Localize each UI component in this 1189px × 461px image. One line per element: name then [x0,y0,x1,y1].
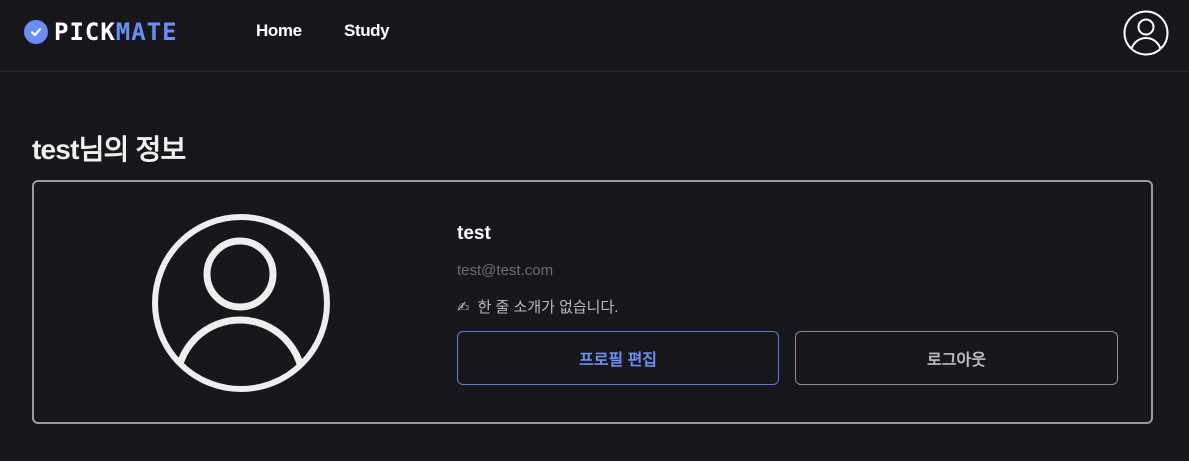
check-icon [24,20,48,44]
logo-text-mate: MATE [115,18,178,46]
top-navbar: PICKMATE Home Study [0,0,1189,72]
writing-hand-icon: ✍ [457,298,470,316]
user-profile-icon[interactable] [1123,10,1169,56]
user-bio-text: 한 줄 소개가 없습니다. [477,299,619,316]
logo-text: PICKMATE [54,19,178,45]
user-email: test@test.com [457,262,554,279]
nav-link-home[interactable]: Home [256,21,302,41]
logo-text-pick: PICK [54,18,116,46]
edit-profile-button[interactable]: 프로필 편집 [457,331,779,385]
user-bio: ✍ 한 줄 소개가 없습니다. [457,296,618,317]
nav-link-study[interactable]: Study [344,21,390,41]
logout-button[interactable]: 로그아웃 [795,331,1118,385]
user-name: test [457,223,491,244]
page-title: test님의 정보 [32,134,186,165]
user-avatar-icon [150,212,332,394]
logo[interactable]: PICKMATE [24,19,178,45]
